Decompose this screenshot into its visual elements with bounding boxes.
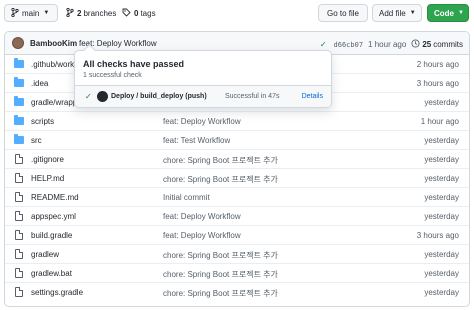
file-commit-message[interactable]: feat: Deploy Workflow xyxy=(163,212,241,221)
file-name-link[interactable]: gradlew xyxy=(31,250,59,259)
file-name-link[interactable]: settings.gradle xyxy=(31,288,83,297)
file-commit-message[interactable]: chore: Spring Boot 프로젝트 추가 xyxy=(163,250,278,261)
file-commit-message[interactable]: chore: Spring Boot 프로젝트 추가 xyxy=(163,155,278,166)
add-file-button[interactable]: Add file ▼ xyxy=(372,4,422,22)
file-commit-time: yesterday xyxy=(424,193,459,202)
github-actions-icon xyxy=(97,91,108,102)
branch-name: main xyxy=(22,8,40,18)
table-row: settings.gradle chore: Spring Boot 프로젝트 추… xyxy=(5,283,469,302)
file-commit-time: yesterday xyxy=(424,98,459,107)
tags-count: 0 xyxy=(134,9,139,18)
file-icon xyxy=(14,230,23,241)
folder-icon xyxy=(14,77,24,87)
check-icon[interactable]: ✓ xyxy=(320,40,327,49)
file-icon xyxy=(14,249,23,260)
avatar[interactable] xyxy=(12,37,24,49)
commit-time: 1 hour ago xyxy=(368,40,407,49)
file-commit-time: 1 hour ago xyxy=(420,117,459,126)
file-commit-time: yesterday xyxy=(424,250,459,259)
table-row: src feat: Test Workflow yesterday xyxy=(5,131,469,150)
file-icon xyxy=(14,211,23,222)
chevron-down-icon: ▼ xyxy=(409,10,416,16)
popover-title: All checks have passed xyxy=(83,59,185,69)
tags-label: tags xyxy=(140,9,156,18)
branch-icon xyxy=(11,7,19,19)
file-name-link[interactable]: .idea xyxy=(31,79,48,88)
file-commit-message[interactable]: chore: Spring Boot 프로젝트 추가 xyxy=(163,269,278,280)
file-commit-message[interactable]: Initial commit xyxy=(163,193,210,202)
commit-author[interactable]: BambooKim xyxy=(30,39,77,48)
chevron-down-icon: ▼ xyxy=(43,10,50,16)
file-commit-message[interactable]: feat: Deploy Workflow xyxy=(163,231,241,240)
popover-subtitle: 1 successful check xyxy=(83,72,142,79)
commit-meta: ✓ d66cb07 1 hour ago 25 commits xyxy=(320,39,463,50)
check-job-name: Deploy / build_deploy (push) xyxy=(111,93,207,100)
folder-icon xyxy=(14,134,24,144)
file-name-link[interactable]: src xyxy=(31,136,42,145)
tags-link[interactable]: 0 tags xyxy=(122,8,156,19)
file-name-link[interactable]: scripts xyxy=(31,117,54,126)
file-name-link[interactable]: gradlew.bat xyxy=(31,269,72,278)
table-row: scripts feat: Deploy Workflow 1 hour ago xyxy=(5,112,469,131)
file-icon xyxy=(14,287,23,298)
commit-sha[interactable]: d66cb07 xyxy=(334,41,364,49)
file-commit-time: yesterday xyxy=(424,136,459,145)
file-commit-message[interactable]: chore: Spring Boot 프로젝트 추가 xyxy=(163,174,278,185)
file-icon xyxy=(14,173,23,184)
file-name-link[interactable]: .gitignore xyxy=(31,155,64,164)
file-commit-time: yesterday xyxy=(424,174,459,183)
check-run-row: ✓ Deploy / build_deploy (push) Successfu… xyxy=(75,85,331,107)
file-commit-time: yesterday xyxy=(424,288,459,297)
history-icon xyxy=(411,39,420,50)
file-commit-time: yesterday xyxy=(424,212,459,221)
file-commit-message[interactable]: chore: Spring Boot 프로젝트 추가 xyxy=(163,288,278,299)
table-row: HELP.md chore: Spring Boot 프로젝트 추가 yesterd… xyxy=(5,169,469,188)
go-to-file-label: Go to file xyxy=(326,8,359,18)
file-commit-time: yesterday xyxy=(424,155,459,164)
table-row: README.md Initial commit yesterday xyxy=(5,188,469,207)
file-icon xyxy=(14,268,23,279)
folder-icon xyxy=(14,96,24,106)
commit-count-label[interactable]: commits xyxy=(433,40,463,49)
table-row: gradlew chore: Spring Boot 프로젝트 추가 yesterd… xyxy=(5,245,469,264)
file-commit-message[interactable]: feat: Test Workflow xyxy=(163,136,230,145)
folder-icon xyxy=(14,115,24,125)
file-name-link[interactable]: README.md xyxy=(31,193,79,202)
table-row: .gitignore chore: Spring Boot 프로젝트 추가 yest… xyxy=(5,150,469,169)
branches-label: branches xyxy=(83,9,117,18)
table-row: appspec.yml feat: Deploy Workflow yesterda… xyxy=(5,207,469,226)
file-icon xyxy=(14,192,23,203)
file-commit-message[interactable]: feat: Deploy Workflow xyxy=(163,117,241,126)
file-name-link[interactable]: gradle/wrapp xyxy=(31,98,77,107)
checks-popover: All checks have passed 1 successful chec… xyxy=(74,50,332,108)
folder-icon xyxy=(14,58,24,68)
file-name-link[interactable]: build.gradle xyxy=(31,231,72,240)
file-name-link[interactable]: .github/workf xyxy=(31,60,76,69)
table-row: build.gradle feat: Deploy Workflow 3 hours… xyxy=(5,226,469,245)
file-commit-time: 2 hours ago xyxy=(416,60,459,69)
file-name-link[interactable]: appspec.yml xyxy=(31,212,76,221)
branch-select-button[interactable]: main ▼ xyxy=(4,4,58,22)
commit-count[interactable]: 25 xyxy=(422,40,431,49)
repo-toolbar: main ▼ 2 branches 0 tags Go to file Add … xyxy=(0,0,474,26)
file-commit-time: 3 hours ago xyxy=(416,79,459,88)
branches-count: 2 xyxy=(77,9,82,18)
branches-link[interactable]: 2 branches xyxy=(66,7,117,19)
check-result: Successful in 47s xyxy=(225,93,280,100)
code-label: Code xyxy=(434,8,454,18)
file-icon xyxy=(14,154,23,165)
tag-icon xyxy=(122,8,131,19)
chevron-down-icon: ▼ xyxy=(458,10,464,16)
check-icon: ✓ xyxy=(85,92,92,101)
go-to-file-button[interactable]: Go to file xyxy=(318,4,368,22)
add-file-label: Add file xyxy=(379,8,406,18)
code-button[interactable]: Code ▼ xyxy=(427,4,469,22)
details-link[interactable]: Details xyxy=(302,93,323,100)
table-row: gradlew.bat chore: Spring Boot 프로젝트 추가 yes… xyxy=(5,264,469,283)
file-commit-time: yesterday xyxy=(424,269,459,278)
file-commit-time: 3 hours ago xyxy=(416,231,459,240)
file-name-link[interactable]: HELP.md xyxy=(31,174,64,183)
branch-icon xyxy=(66,7,74,19)
